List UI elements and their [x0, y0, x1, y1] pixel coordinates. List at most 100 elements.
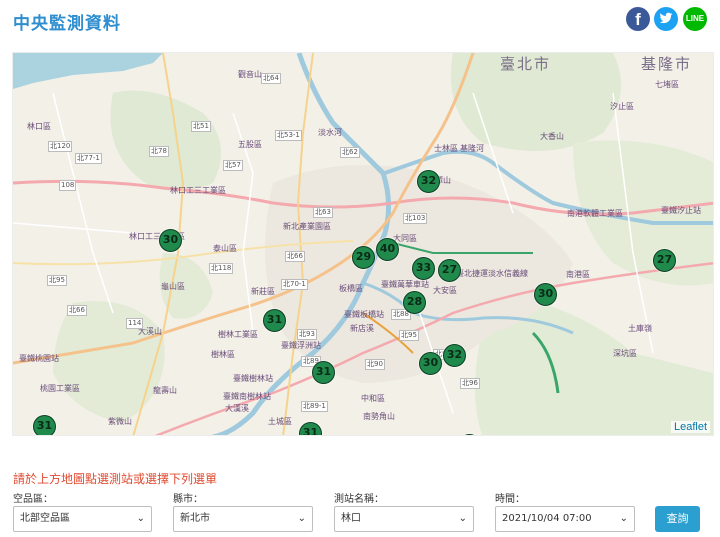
map-place-label: 臺北捷運淡水信義線	[456, 269, 528, 278]
map-road-shield: 北63	[313, 207, 333, 218]
map-place-label: 林口區	[27, 122, 51, 131]
time-label: 時間：	[495, 494, 525, 505]
map-road-shield: 北103	[403, 213, 428, 224]
station-marker[interactable]: 27	[438, 259, 461, 282]
query-button[interactable]: 查詢	[655, 506, 700, 532]
chevron-down-icon: ⌄	[619, 513, 628, 524]
map-place-label: 七堵區	[655, 80, 679, 89]
map-road-shield: 北78	[149, 146, 169, 157]
map-road-shield: 北64	[261, 73, 281, 84]
station-label: 測站名稱：	[334, 494, 384, 505]
map-place-label: 中和區	[361, 394, 385, 403]
county-label: 縣市：	[173, 494, 203, 505]
map-place-label: 臺鐵樹林站	[233, 374, 273, 383]
chevron-down-icon: ⌄	[458, 513, 467, 524]
map-place-label: 基隆市	[641, 55, 693, 73]
map-place-label: 泰山區	[213, 244, 237, 253]
county-select[interactable]: 新北市 ⌄	[173, 506, 313, 532]
station-marker[interactable]: 40	[376, 238, 399, 261]
map-place-label: 南港區	[566, 270, 590, 279]
map-place-label: 深坑區	[613, 349, 637, 358]
air-zone-value: 北部空品區	[20, 513, 70, 524]
header: 中央監測資料 f LINE	[0, 0, 720, 44]
map-road-shield: 北66	[285, 251, 305, 262]
map-place-label: 新北產業園區	[283, 222, 331, 231]
map-place-label: 林口工三工業區	[170, 186, 226, 195]
map-place-label: 樹林區	[211, 350, 235, 359]
map-place-label: 板橋區	[339, 284, 363, 293]
station-marker[interactable]: 27	[653, 249, 676, 272]
time-value: 2021/10/04 07:00	[502, 513, 592, 524]
station-marker[interactable]: 28	[403, 291, 426, 314]
map-road-shield: 北120	[48, 141, 73, 152]
map-road-shield: 北62	[340, 147, 360, 158]
chevron-down-icon: ⌄	[297, 513, 306, 524]
map-road-shield: 北89-1	[301, 401, 328, 412]
station-marker[interactable]: 32	[443, 344, 466, 367]
facebook-share-button[interactable]: f	[626, 7, 650, 31]
map-road-shield: 北77-1	[75, 153, 102, 164]
map-road-shield: 北53-1	[275, 130, 302, 141]
map-place-label: 大香山	[540, 132, 564, 141]
map-place-label: 觀音山	[238, 70, 262, 79]
map-place-label: 南勢角山	[363, 412, 395, 421]
map-place-label: 基隆河	[460, 144, 484, 153]
map-place-label: 臺鐵南樹林站	[223, 392, 271, 401]
map-place-label: 新莊區	[251, 287, 275, 296]
map-road-shield: 北70-1	[281, 279, 308, 290]
map-road-shield: 108	[59, 180, 77, 191]
air-zone-label: 空品區：	[13, 494, 53, 505]
map-place-label: 龜山區	[161, 282, 185, 291]
map-road-shield: 北66	[67, 305, 87, 316]
station-map[interactable]: 臺北市 基隆市 林口區 五股區 林口工三工業區 林口工三工業區 泰山區 新莊區 龜山區 樹林區 樹林…	[12, 52, 714, 436]
station-marker[interactable]: 32	[417, 170, 440, 193]
map-place-label: 士林區	[434, 144, 458, 153]
map-road-shield: 北96	[460, 378, 480, 389]
county-value: 新北市	[180, 513, 210, 524]
map-place-label: 汐止區	[610, 102, 634, 111]
line-icon: LINE	[685, 14, 705, 23]
map-road-shield: 北51	[191, 121, 211, 132]
map-place-label: 新店溪	[350, 324, 374, 333]
station-marker[interactable]: 31	[312, 361, 335, 384]
page-title: 中央監測資料	[13, 14, 121, 34]
station-marker[interactable]: 30	[159, 229, 182, 252]
map-place-label: 淡水河	[318, 128, 342, 137]
station-marker[interactable]: 29	[352, 246, 375, 269]
map-road-shield: 北93	[297, 329, 317, 340]
time-select[interactable]: 2021/10/04 07:00 ⌄	[495, 506, 635, 532]
map-road-shield: 北95	[47, 275, 67, 286]
map-place-label: 五股區	[238, 140, 262, 149]
map-place-label: 南港軟體工業區	[567, 209, 623, 218]
map-place-label: 桃園工業區	[40, 384, 80, 393]
map-place-label: 臺鐵桃園站	[19, 354, 59, 363]
map-place-label: 大安區	[433, 286, 457, 295]
map-place-label: 土城區	[268, 417, 292, 426]
station-select[interactable]: 林口 ⌄	[334, 506, 474, 532]
map-place-label: 臺鐵萬華車站	[381, 280, 429, 289]
facebook-icon: f	[635, 10, 641, 29]
map-place-label: 龍壽山	[153, 386, 177, 395]
station-value: 林口	[341, 513, 361, 524]
map-place-label: 臺北市	[500, 55, 552, 73]
air-zone-select[interactable]: 北部空品區 ⌄	[13, 506, 152, 532]
map-place-label: 土庫嶺	[628, 324, 652, 333]
leaflet-attribution-link[interactable]: Leaflet	[670, 421, 710, 433]
twitter-icon	[659, 12, 673, 24]
station-marker[interactable]: 31	[263, 309, 286, 332]
map-place-label: 臺鐵汐止站	[661, 206, 701, 215]
station-marker[interactable]: 30	[534, 283, 557, 306]
line-share-button[interactable]: LINE	[683, 7, 707, 31]
map-base-tiles	[13, 53, 713, 435]
station-marker[interactable]: 30	[419, 352, 442, 375]
map-road-shield: 北90	[365, 359, 385, 370]
map-place-label: 紫微山	[108, 417, 132, 426]
twitter-share-button[interactable]	[654, 7, 678, 31]
map-place-label: 樹林工業區	[218, 330, 258, 339]
map-road-shield: 北57	[223, 160, 243, 171]
station-marker[interactable]: 33	[412, 257, 435, 280]
map-instruction-text: 請於上方地圖點選測站或選擇下列選單	[13, 472, 218, 486]
map-place-label: 大漢溪	[225, 404, 249, 413]
station-marker[interactable]: 31	[33, 415, 56, 435]
map-road-shield: 北118	[209, 263, 234, 274]
